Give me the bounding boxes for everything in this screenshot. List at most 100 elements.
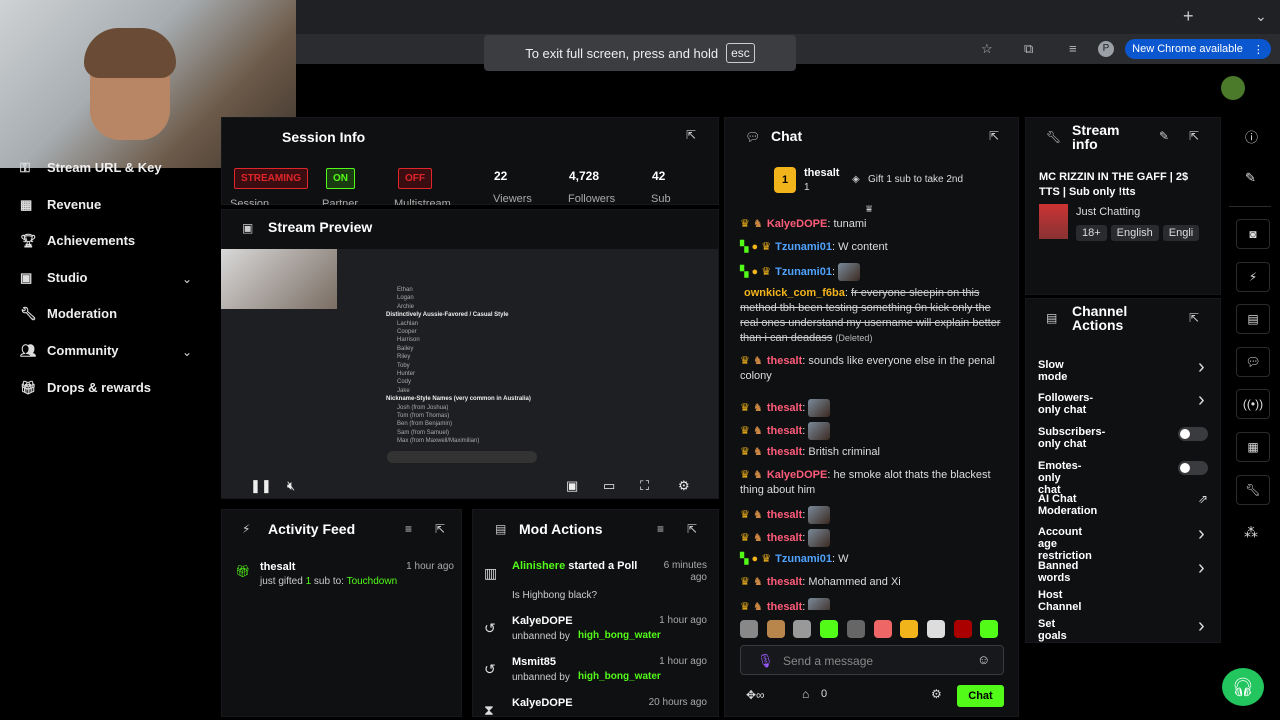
popout-icon[interactable]: ⇱ bbox=[687, 522, 697, 536]
emote-button[interactable] bbox=[740, 620, 758, 638]
chevron-down-icon[interactable]: ⌄ bbox=[182, 345, 192, 359]
sidebar-item-studio[interactable]: ▣ Studio bbox=[20, 270, 87, 285]
popout-icon[interactable]: ⇱ bbox=[435, 522, 445, 536]
category-name[interactable]: Just Chatting bbox=[1076, 206, 1140, 218]
gift-sub-prompt[interactable]: Gift 1 sub to take 2nd bbox=[868, 174, 963, 185]
mod-action-detail[interactable]: high_bong_water bbox=[578, 630, 661, 641]
mod-action-user[interactable]: Alinishere bbox=[512, 560, 565, 572]
support-headset-icon[interactable]: 🎧︎ bbox=[1222, 668, 1264, 706]
chat-username[interactable]: Tzunami01 bbox=[775, 241, 832, 253]
emote-button[interactable] bbox=[820, 620, 839, 638]
popout-icon[interactable]: ⇱ bbox=[1189, 129, 1199, 143]
emote-button[interactable] bbox=[926, 620, 945, 638]
channel-action-followers-only-chat[interactable]: Followers-only chat bbox=[1038, 392, 1093, 416]
settings-gear-icon[interactable]: ⚙ bbox=[678, 478, 690, 494]
chat-settings-icon[interactable]: ⚙ bbox=[931, 687, 942, 701]
channel-action-slow-mode[interactable]: Slow mode bbox=[1038, 359, 1067, 383]
profile-avatar[interactable]: P bbox=[1098, 41, 1114, 57]
popout-icon[interactable]: ⇱ bbox=[989, 129, 999, 143]
toggle-switch[interactable] bbox=[1178, 461, 1208, 475]
emote-quick-bar[interactable] bbox=[740, 620, 1005, 640]
channel-action-host-channel[interactable]: Host Channel bbox=[1038, 589, 1081, 613]
sidebar-item-achievements[interactable]: 🏆︎ Achievements bbox=[20, 233, 135, 248]
emote-button[interactable] bbox=[766, 620, 785, 638]
filter-icon[interactable]: ≡ bbox=[657, 522, 664, 536]
category-thumbnail[interactable] bbox=[1039, 204, 1068, 239]
external-link-icon[interactable]: ⇗ bbox=[1198, 492, 1208, 506]
sidebar-item-revenue[interactable]: ▦ Revenue bbox=[20, 197, 101, 212]
store-icon[interactable]: ⌂ bbox=[802, 687, 809, 701]
media-control-icon[interactable]: ≡ bbox=[1069, 41, 1077, 56]
chat-rail-icon[interactable]: 💬︎ bbox=[1236, 347, 1270, 377]
chat-username[interactable]: thesalt bbox=[767, 402, 802, 414]
popout-icon[interactable]: ⇱ bbox=[1189, 311, 1199, 325]
chat-tools-icon[interactable]: ✥∞ bbox=[746, 688, 765, 702]
chat-username[interactable]: thesalt bbox=[767, 509, 802, 521]
chat-username[interactable]: ownkick_com_f6ba bbox=[744, 287, 845, 299]
channel-action-subscribers-only-chat[interactable]: Subscribers-only chat bbox=[1038, 426, 1105, 450]
emote-button[interactable] bbox=[953, 620, 972, 638]
emote-button[interactable] bbox=[793, 620, 812, 638]
new-tab-button[interactable]: + bbox=[1183, 6, 1194, 27]
chevron-down-icon[interactable]: ⌄ bbox=[182, 272, 192, 286]
fullscreen-icon[interactable]: ⛶ bbox=[640, 478, 649, 494]
channel-action-emotes-only-chat[interactable]: Emotes-only chat bbox=[1038, 460, 1081, 496]
channel-action-banned-words[interactable]: Banned words bbox=[1038, 560, 1078, 584]
stream-tag[interactable]: 18+ bbox=[1076, 225, 1107, 241]
channel-action-ai-chat-moderation[interactable]: AI Chat Moderation bbox=[1038, 493, 1097, 517]
sidebar-item-community[interactable]: 👥︎ Community bbox=[20, 343, 119, 358]
layout-icon[interactable]: ▦ bbox=[1236, 432, 1270, 462]
tools-icon[interactable]: 🔧︎ bbox=[1236, 475, 1270, 505]
emoji-picker-icon[interactable]: ☺ bbox=[977, 652, 990, 667]
theater-icon[interactable]: ▭ bbox=[603, 478, 615, 494]
chat-username[interactable]: Tzunami01 bbox=[775, 553, 832, 565]
chat-username[interactable]: Tzunami01 bbox=[775, 266, 832, 278]
pip-icon[interactable]: ▣ bbox=[566, 478, 578, 494]
filter-icon[interactable]: ≡ bbox=[405, 522, 412, 536]
tab-search-icon[interactable]: ⌄ bbox=[1255, 8, 1267, 25]
chat-username[interactable]: KalyeDOPE bbox=[767, 218, 828, 230]
new-chrome-available-button[interactable]: New Chrome available ⋮ bbox=[1125, 39, 1271, 59]
mod-action-user[interactable]: KalyeDOPE bbox=[512, 697, 573, 709]
send-chat-button[interactable]: Chat bbox=[957, 685, 1004, 707]
chat-username[interactable]: thesalt bbox=[767, 355, 802, 367]
chat-input[interactable]: 🎙︎ Send a message ☺ bbox=[740, 645, 1004, 675]
stream-tag[interactable]: Engli bbox=[1162, 225, 1200, 241]
info-icon[interactable]: ⓘ bbox=[1245, 127, 1258, 146]
flash-icon[interactable]: ⚡︎ bbox=[1236, 262, 1270, 292]
connections-icon[interactable]: ⁂ bbox=[1244, 524, 1258, 541]
camera-icon[interactable]: ◙ bbox=[1236, 219, 1270, 249]
activity-target[interactable]: Touchdown bbox=[347, 576, 398, 587]
chevron-right-icon[interactable]: › bbox=[1198, 557, 1205, 580]
pinned-user[interactable]: thesalt bbox=[804, 167, 839, 179]
chat-username[interactable]: thesalt bbox=[767, 532, 802, 544]
activity-user[interactable]: thesalt bbox=[260, 561, 295, 573]
toggle-switch[interactable] bbox=[1178, 427, 1208, 441]
chat-gift-leaderboard[interactable]: 1 thesalt 1 ◈ Gift 1 sub to take 2nd bbox=[770, 165, 1000, 195]
user-avatar[interactable] bbox=[1221, 76, 1245, 100]
popout-icon[interactable]: ⇱ bbox=[686, 128, 696, 142]
chat-username[interactable]: KalyeDOPE bbox=[767, 469, 828, 481]
notes-icon[interactable]: ▤ bbox=[1236, 304, 1270, 334]
chat-username[interactable]: thesalt bbox=[767, 576, 802, 588]
chat-username[interactable]: thesalt bbox=[767, 446, 802, 458]
mod-action-detail[interactable]: high_bong_water bbox=[578, 671, 661, 682]
sidebar-item-stream-url-key[interactable]: ⚿ Stream URL & Key bbox=[20, 160, 162, 175]
channel-action-account-age-restriction[interactable]: Account age restriction bbox=[1038, 526, 1092, 562]
chevron-right-icon[interactable]: › bbox=[1198, 389, 1205, 412]
chevron-right-icon[interactable]: › bbox=[1198, 523, 1205, 546]
mod-action-user[interactable]: KalyeDOPE bbox=[512, 615, 573, 627]
edit-pencil-icon[interactable]: ✎ bbox=[1159, 129, 1169, 143]
chat-username[interactable]: thesalt bbox=[767, 601, 802, 610]
browser-tabs[interactable] bbox=[296, 0, 1236, 34]
emote-button[interactable] bbox=[980, 620, 999, 638]
collapse-pinned-icon[interactable]: ⩸ bbox=[866, 204, 872, 215]
bookmark-star-icon[interactable]: ☆ bbox=[981, 41, 993, 57]
mod-action-user[interactable]: Msmit85 bbox=[512, 656, 556, 668]
edit-icon[interactable]: ✎ bbox=[1245, 170, 1256, 186]
pause-icon[interactable]: ❚❚ bbox=[250, 478, 272, 494]
chevron-right-icon[interactable]: › bbox=[1198, 356, 1205, 379]
sidebar-item-drops-rewards[interactable]: 🎁︎ Drops & rewards bbox=[20, 380, 151, 395]
chat-username[interactable]: thesalt bbox=[767, 425, 802, 437]
mute-icon[interactable]: 🔇︎ bbox=[287, 478, 295, 494]
